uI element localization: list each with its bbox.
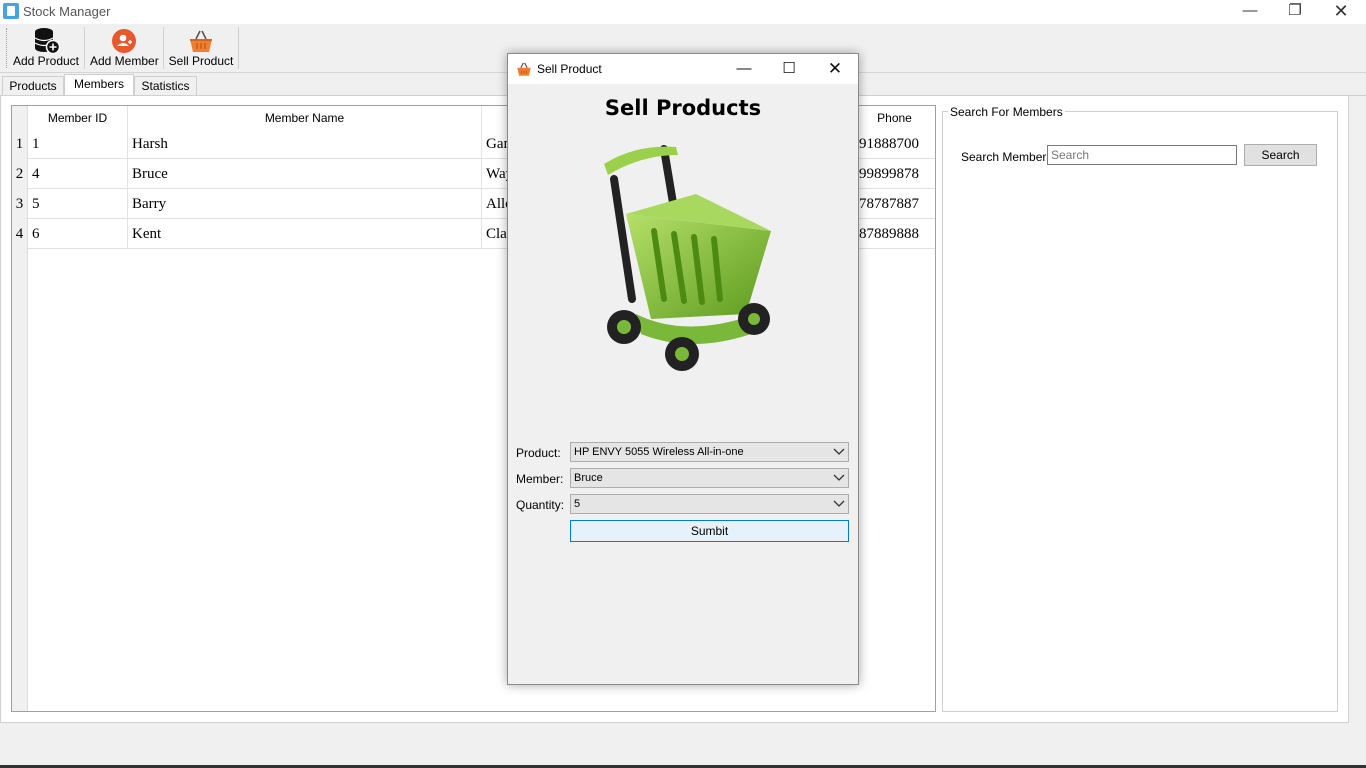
close-icon[interactable]: ✕ [1318,0,1364,24]
member-label: Member: [516,472,564,486]
search-members-label: Search Members [961,150,1053,164]
toolbar-separator [238,27,239,69]
row-number: 1 [12,129,28,159]
search-button[interactable]: Search [1244,144,1317,166]
basket-icon [517,62,531,76]
shopping-cart-icon [604,145,771,371]
member-id-cell[interactable]: 6 [28,219,128,249]
chevron-down-icon [833,500,845,507]
column-header-phone[interactable]: Phone [854,106,935,130]
quantity-select[interactable]: 5 [570,494,849,514]
toolbar-separator [163,27,164,69]
member-name-cell[interactable]: Bruce [128,159,482,189]
member-phone-cell[interactable]: 87889888 [854,219,935,249]
row-number: 2 [12,159,28,189]
search-group-title: Search For Members [948,105,1065,119]
row-number: 3 [12,189,28,219]
toolbar-grip [6,28,8,68]
toolbar-separator [84,27,85,69]
search-members-group [942,111,1338,712]
dialog-maximize-icon[interactable]: ☐ [766,54,812,84]
member-name-cell[interactable]: Barry [128,189,482,219]
dialog-minimize-icon[interactable]: — [721,54,767,84]
member-id-cell[interactable]: 1 [28,129,128,159]
chevron-down-icon [833,474,845,481]
database-add-icon [34,28,60,55]
member-name-cell[interactable]: Harsh [128,129,482,159]
sell-product-label: Sell Product [168,54,234,68]
search-input[interactable] [1047,145,1237,165]
tab-statistics[interactable]: Statistics [134,76,197,96]
main-title-bar [0,0,1366,24]
column-header-member-name[interactable]: Member Name [128,106,482,130]
member-id-cell[interactable]: 4 [28,159,128,189]
sell-product-dialog: Sell Product — ☐ ✕ Sell Products Product… [507,53,859,685]
member-phone-cell[interactable]: 91888700 [854,129,935,159]
sell-product-button[interactable]: Sell Product [168,26,234,70]
chevron-down-icon [833,448,845,455]
add-product-button[interactable]: Add Product [12,26,80,70]
quantity-label: Quantity: [516,498,565,512]
app-icon [3,3,19,19]
row-number: 4 [12,219,28,249]
quantity-select-value: 5 [574,498,581,510]
restore-icon[interactable]: ❐ [1272,0,1318,24]
member-select[interactable]: Bruce [570,468,849,488]
basket-icon [190,30,212,52]
product-label: Product: [516,446,561,460]
submit-button[interactable]: Sumbit [570,520,849,542]
tab-products[interactable]: Products [2,76,64,96]
dialog-title: Sell Product [537,62,602,76]
add-user-icon [112,29,136,53]
member-phone-cell[interactable]: 99899878 [854,159,935,189]
tab-members[interactable]: Members [64,74,134,96]
member-select-value: Bruce [574,472,603,484]
member-phone-cell[interactable]: 78787887 [854,189,935,219]
add-product-label: Add Product [12,54,80,68]
minimize-icon[interactable]: — [1227,0,1273,24]
column-header-member-id[interactable]: Member ID [28,106,128,130]
product-select[interactable]: HP ENVY 5055 Wireless All-in-one [570,442,849,462]
member-id-cell[interactable]: 5 [28,189,128,219]
app-title: Stock Manager [23,4,111,19]
product-select-value: HP ENVY 5055 Wireless All-in-one [574,446,744,458]
member-name-cell[interactable]: Kent [128,219,482,249]
dialog-close-icon[interactable]: ✕ [812,54,858,84]
add-member-label: Add Member [90,54,159,68]
dialog-heading: Sell Products [604,96,762,120]
add-member-button[interactable]: Add Member [90,26,159,70]
